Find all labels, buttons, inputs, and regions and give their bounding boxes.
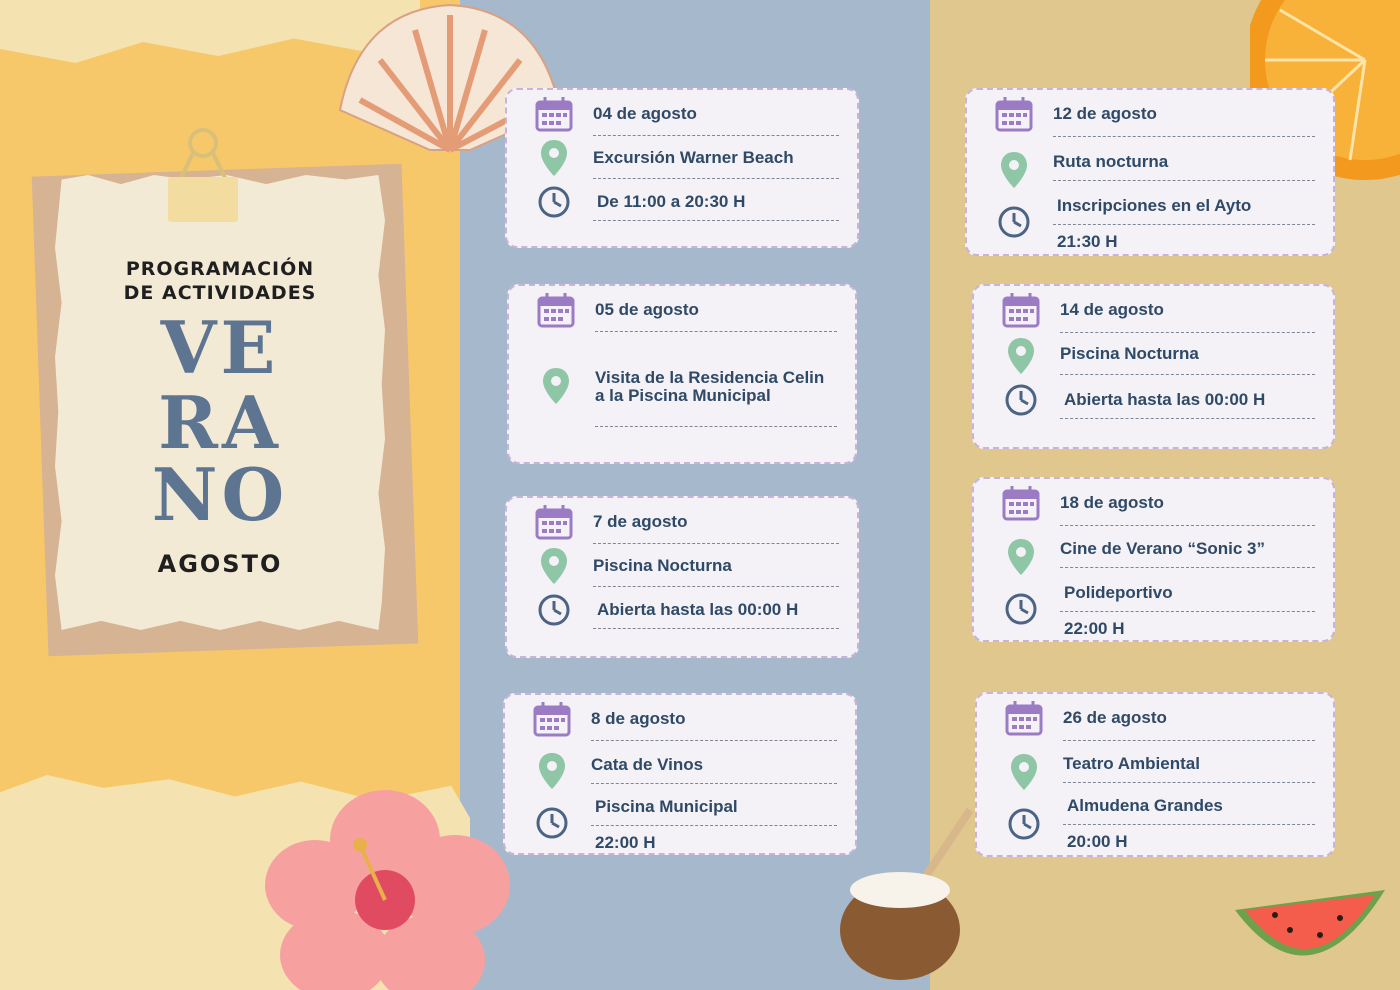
event-detail: Almudena Grandes [1067,796,1223,815]
event-time: 22:00 H [1064,619,1125,638]
row-divider [1053,180,1315,181]
row-divider [1053,136,1315,137]
row-divider [1063,824,1315,825]
event-detail: Abierta hasta las 00:00 H [1064,390,1266,409]
event-card: 04 de agosto Excursión Warner Beach De 11:… [505,88,859,248]
location-pin-icon [539,546,569,590]
event-detail: Inscripciones en el Ayto [1057,196,1252,215]
poster-month: AGOSTO [157,550,283,578]
clock-icon [1004,592,1038,630]
poster-title-part1: VE [160,305,280,390]
clock-icon [537,185,571,223]
event-card: 8 de agosto Cata de Vinos Piscina Municipa… [503,693,857,855]
event-place: Cine de Verano “Sonic 3” [1060,539,1266,558]
row-divider [1060,374,1315,375]
row-divider [1053,224,1315,225]
row-divider [591,740,837,741]
row-divider [1063,740,1315,741]
event-time: 22:00 H [595,833,656,852]
event-date: 7 de agosto [593,512,688,531]
event-time: 21:30 H [1057,232,1118,251]
row-divider [595,331,837,332]
row-divider [593,178,839,179]
poster-title-part3: NO [151,452,289,537]
location-pin-icon [537,751,567,795]
clock-icon [1007,807,1041,845]
location-pin-icon [999,150,1029,194]
poster-subtitle-line2: DE ACTIVIDADES [123,282,317,304]
calendar-icon [535,96,573,136]
event-date: 26 de agosto [1063,708,1167,727]
event-place: Ruta nocturna [1053,152,1169,171]
calendar-icon [537,292,575,332]
event-place: Visita de la Residencia Celin [595,368,825,387]
location-pin-icon [1009,752,1039,796]
clock-icon [997,205,1031,243]
event-detail: Polideportivo [1064,583,1173,602]
event-place: Teatro Ambiental [1063,754,1200,773]
event-card: 14 de agosto Piscina Nocturna Abierta hast… [972,284,1335,449]
location-pin-icon [541,366,571,410]
row-divider [593,220,839,221]
event-date: 8 de agosto [591,709,686,728]
row-divider [593,586,839,587]
event-place: Piscina Nocturna [1060,344,1199,363]
event-date: 12 de agosto [1053,104,1157,123]
event-date: 05 de agosto [595,300,699,319]
watermelon-slice-icon [1235,890,1385,956]
location-pin-icon [1006,537,1036,581]
row-divider [1060,525,1315,526]
row-divider [593,543,839,544]
calendar-icon [1002,292,1040,332]
row-divider [1060,567,1315,568]
event-date: 18 de agosto [1060,493,1164,512]
event-place: Piscina Nocturna [593,556,732,575]
event-place: Cata de Vinos [591,755,704,774]
row-divider [591,825,837,826]
row-divider [1063,782,1315,783]
row-divider [1060,332,1315,333]
event-detail: Abierta hasta las 00:00 H [597,600,799,619]
paper-clip-icon [168,128,238,222]
location-pin-icon [539,138,569,182]
clock-icon [535,806,569,844]
event-card: 26 de agosto Teatro Ambiental Almudena Gra… [975,692,1335,857]
hibiscus-flower-icon [265,790,510,990]
event-place: Excursión Warner Beach [593,148,794,167]
event-card: 12 de agosto Ruta nocturna Inscripciones e… [965,88,1335,256]
clock-icon [1004,383,1038,421]
event-date: 04 de agosto [593,104,697,123]
poster-subtitle-line1: PROGRAMACIÓN [125,258,315,280]
event-detail: De 11:00 a 20:30 H [597,192,746,211]
event-place-line2: a la Piscina Municipal [595,386,771,405]
row-divider [591,783,837,784]
row-divider [595,426,837,427]
calendar-icon [1005,700,1043,740]
calendar-icon [995,96,1033,136]
row-divider [1060,418,1315,419]
clock-icon [537,593,571,631]
event-card: 18 de agosto Cine de Verano “Sonic 3” Poli… [972,477,1335,642]
row-divider [1060,611,1315,612]
event-date: 14 de agosto [1060,300,1164,319]
event-detail: Piscina Municipal [595,797,738,816]
row-divider [593,628,839,629]
calendar-icon [533,701,571,741]
event-card: 05 de agosto Visita de la Residencia Celi… [507,284,857,464]
row-divider [593,135,839,136]
calendar-icon [1002,485,1040,525]
calendar-icon [535,504,573,544]
event-card: 7 de agosto Piscina Nocturna Abierta hasta… [505,496,859,658]
location-pin-icon [1006,336,1036,380]
event-time: 20:00 H [1067,832,1128,851]
